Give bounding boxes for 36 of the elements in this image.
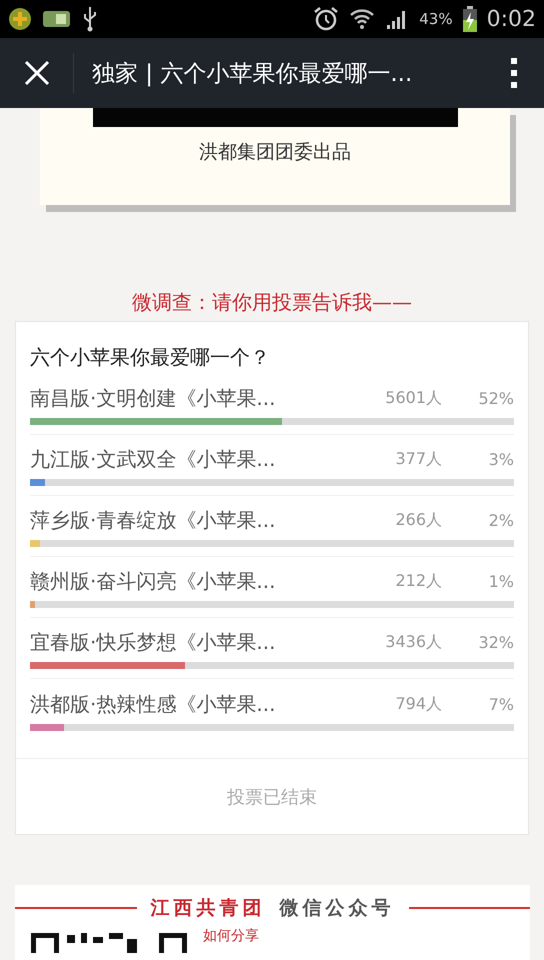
alarm-clock-icon	[313, 6, 340, 32]
vote-count: 794人	[394, 694, 442, 715]
battery-percent: 43%	[419, 10, 453, 28]
option-label: 九江版·文武双全《小苹果...	[30, 446, 276, 473]
app-icon	[8, 7, 32, 31]
clock-time: 0:02	[486, 6, 536, 32]
option-label: 赣州版·奋斗闪亮《小苹果...	[30, 568, 276, 595]
vote-count: 212人	[394, 571, 442, 592]
vote-count: 266人	[394, 510, 442, 531]
vote-percent: 3%	[488, 450, 514, 469]
vote-percent: 1%	[488, 572, 514, 591]
option-label: 南昌版·文明创建《小苹果...	[30, 385, 276, 412]
vote-count: 5601人	[384, 388, 442, 409]
close-icon[interactable]	[24, 60, 50, 86]
sim-card-icon	[42, 9, 72, 29]
share-link[interactable]: 如何分享	[203, 929, 259, 943]
wifi-icon	[349, 7, 376, 31]
vote-percent: 32%	[477, 633, 514, 652]
vote-count: 377人	[394, 449, 442, 470]
battery-charging-icon	[462, 6, 477, 32]
account-name: 江西共青团	[150, 896, 266, 921]
account-type: 微信公众号	[280, 896, 394, 921]
option-label: 洪都版·热辣性感《小苹果...	[30, 691, 276, 718]
poll-ended-text: 投票已结束	[227, 786, 317, 808]
option-label: 萍乡版·青春绽放《小苹果...	[30, 507, 276, 534]
banner-caption: 洪都集团团委出品	[199, 140, 351, 165]
vote-percent: 2%	[488, 511, 514, 530]
survey-heading: 微调查：请你用投票告诉我——	[131, 289, 413, 315]
vote-percent: 52%	[477, 389, 514, 408]
option-label: 宜春版·快乐梦想《小苹果...	[30, 629, 276, 656]
usb-icon	[82, 6, 98, 32]
more-options-icon[interactable]	[511, 58, 517, 88]
vote-percent: 7%	[488, 695, 514, 714]
page-title: 独家 | 六个小苹果你最爱哪一...	[91, 60, 414, 88]
poll-question: 六个小苹果你最爱哪一个？	[29, 344, 271, 371]
vote-count: 3436人	[384, 632, 442, 653]
